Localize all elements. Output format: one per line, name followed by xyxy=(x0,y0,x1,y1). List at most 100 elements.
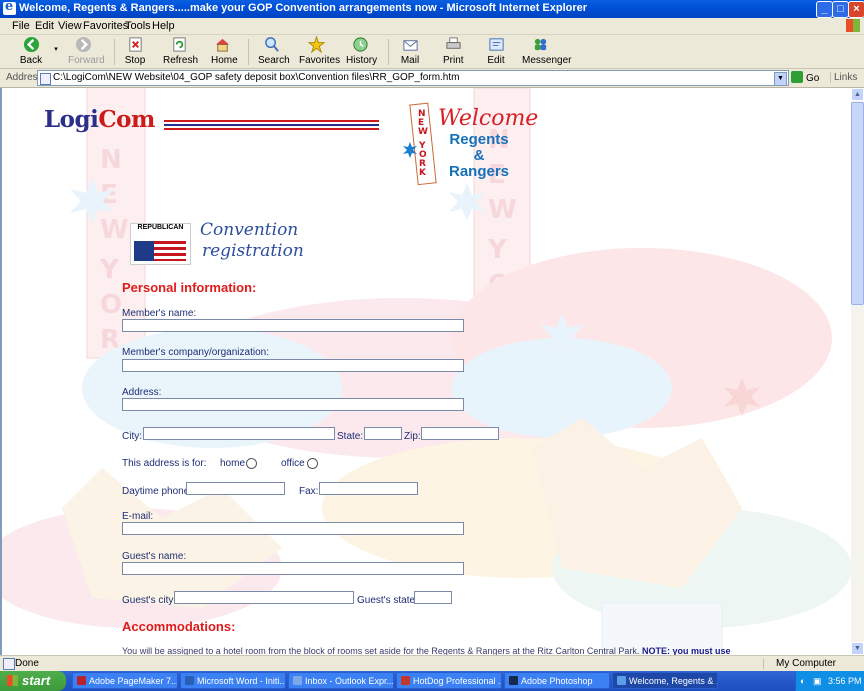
regents-rangers-heading: Regents & Rangers xyxy=(448,132,510,180)
menu-file[interactable]: File xyxy=(12,20,30,32)
menu-favorites[interactable]: Favorites xyxy=(83,20,128,32)
zip-label: Zip: xyxy=(404,431,421,442)
menu-tools[interactable]: Tools xyxy=(125,20,151,32)
task-label: Microsoft Word - Initi... xyxy=(197,676,286,686)
zip-input[interactable] xyxy=(421,427,499,440)
menu-view[interactable]: View xyxy=(58,20,82,32)
mail-label: Mail xyxy=(400,55,420,66)
scroll-thumb[interactable] xyxy=(851,102,864,305)
toolbar: Back ▾ Forward Stop Refresh Home Search … xyxy=(0,35,864,69)
state-input[interactable] xyxy=(364,427,402,440)
messenger-button[interactable]: Messenger xyxy=(522,36,571,66)
favorites-button[interactable]: Favorites xyxy=(299,36,340,66)
stop-button[interactable]: Stop xyxy=(124,36,146,66)
guest-name-input[interactable] xyxy=(122,562,464,575)
guest-name-label: Guest's name: xyxy=(122,551,187,562)
office-radio[interactable] xyxy=(307,458,318,469)
toolbar-separator xyxy=(114,39,115,65)
refresh-button[interactable]: Refresh xyxy=(163,36,198,66)
taskbar-item-hotdog[interactable]: HotDog Professional ... xyxy=(396,672,502,689)
svg-text:Y: Y xyxy=(487,235,508,265)
print-button[interactable]: Print xyxy=(443,36,464,66)
messenger-icon xyxy=(534,38,546,51)
start-button[interactable]: start xyxy=(0,671,66,691)
fax-input[interactable] xyxy=(319,482,418,495)
taskbar-item-internet-explorer[interactable]: Welcome, Regents & ... xyxy=(612,672,718,689)
menu-bar: File Edit View Favorites Tools Help xyxy=(0,18,864,35)
office-radio-label: office xyxy=(281,458,305,469)
edit-button[interactable]: Edit xyxy=(487,36,505,66)
taskbar-item-pagemaker[interactable]: Adobe PageMaker 7.... xyxy=(72,672,178,689)
task-label: Inbox - Outlook Expr... xyxy=(305,676,394,686)
vertical-scrollbar[interactable]: ▲ ▼ xyxy=(851,88,864,655)
back-dropdown[interactable]: ▾ xyxy=(52,45,60,53)
menu-help[interactable]: Help xyxy=(152,20,175,32)
minimize-button[interactable]: _ xyxy=(816,1,833,18)
scroll-down-button[interactable]: ▼ xyxy=(851,642,864,655)
links-button[interactable]: Links xyxy=(830,72,857,83)
favorites-label: Favorites xyxy=(299,55,341,66)
go-label: Go xyxy=(806,73,820,84)
outlook-express-icon xyxy=(293,676,302,685)
svg-text:W: W xyxy=(488,195,517,225)
svg-text:W: W xyxy=(100,215,129,245)
taskbar-item-outlook-express[interactable]: Inbox - Outlook Expr... xyxy=(288,672,394,689)
company-label: Member's company/organization: xyxy=(122,347,269,358)
email-field[interactable] xyxy=(122,522,464,535)
address-bar: Address C:\LogiCom\NEW Website\04_GOP sa… xyxy=(0,69,864,88)
search-button[interactable]: Search xyxy=(258,36,290,66)
fax-label: Fax: xyxy=(299,486,319,497)
address-dropdown-button[interactable]: ▼ xyxy=(774,72,787,86)
history-button[interactable]: History xyxy=(346,36,377,66)
taskbar-item-photoshop[interactable]: Adobe Photoshop xyxy=(504,672,610,689)
system-tray: ◐ ▣ 3:56 PM xyxy=(795,671,864,691)
mail-button[interactable]: Mail xyxy=(398,36,422,66)
forward-arrow-icon xyxy=(75,36,91,53)
status-bar: Done My Computer xyxy=(0,655,864,672)
address-input-field[interactable] xyxy=(122,398,464,411)
republican-convention-logo: REPUBLICAN xyxy=(130,223,191,265)
taskbar-item-word[interactable]: Microsoft Word - Initi... xyxy=(180,672,286,689)
home-radio[interactable] xyxy=(246,458,257,469)
maximize-button[interactable]: □ xyxy=(832,1,849,18)
printer-icon xyxy=(445,37,461,49)
accommodations-heading: Accommodations: xyxy=(122,619,236,634)
city-input[interactable] xyxy=(143,427,335,440)
close-button[interactable]: × xyxy=(848,1,864,18)
flag-graphic xyxy=(134,241,186,261)
logo-part-com: Com xyxy=(98,106,155,133)
messenger-label: Messenger xyxy=(522,55,572,66)
window-title: Welcome, Regents & Rangers.....make your… xyxy=(19,2,588,14)
guest-city-input[interactable] xyxy=(174,591,354,604)
menu-edit[interactable]: Edit xyxy=(35,20,54,32)
home-radio-label: home xyxy=(220,458,246,469)
home-button[interactable]: Home xyxy=(211,36,238,66)
address-url: C:\LogiCom\NEW Website\04_GOP safety dep… xyxy=(53,72,460,83)
address-input[interactable]: C:\LogiCom\NEW Website\04_GOP safety dep… xyxy=(37,70,789,86)
refresh-icon xyxy=(172,37,186,52)
toolbar-separator xyxy=(388,39,389,65)
scroll-up-button[interactable]: ▲ xyxy=(851,88,864,101)
svg-text:N: N xyxy=(100,145,122,175)
state-label: State: xyxy=(337,431,364,442)
member-name-label: Member's name: xyxy=(122,308,197,319)
photoshop-icon xyxy=(509,676,518,685)
logicom-logo: LogiCom xyxy=(44,106,155,133)
go-button[interactable]: Go xyxy=(791,71,819,84)
address-field-label: Address: xyxy=(122,387,162,398)
guest-state-input[interactable] xyxy=(414,591,452,604)
company-input[interactable] xyxy=(122,359,464,372)
email-label: E-mail: xyxy=(122,511,154,522)
daytime-phone-input[interactable] xyxy=(186,482,285,495)
convention-registration-title: Convention registration xyxy=(200,220,304,262)
regents-text: Regents xyxy=(449,131,509,148)
svg-text:Y: Y xyxy=(99,255,120,285)
member-name-input[interactable] xyxy=(122,319,464,332)
back-button[interactable]: Back xyxy=(18,36,44,66)
edit-page-icon xyxy=(488,38,504,51)
task-label: HotDog Professional ... xyxy=(413,676,502,686)
hotdog-icon xyxy=(401,676,410,685)
tray-app-icon[interactable]: ▣ xyxy=(813,676,822,687)
volume-icon[interactable]: ◐ xyxy=(800,676,805,686)
forward-button[interactable]: Forward xyxy=(68,36,105,66)
